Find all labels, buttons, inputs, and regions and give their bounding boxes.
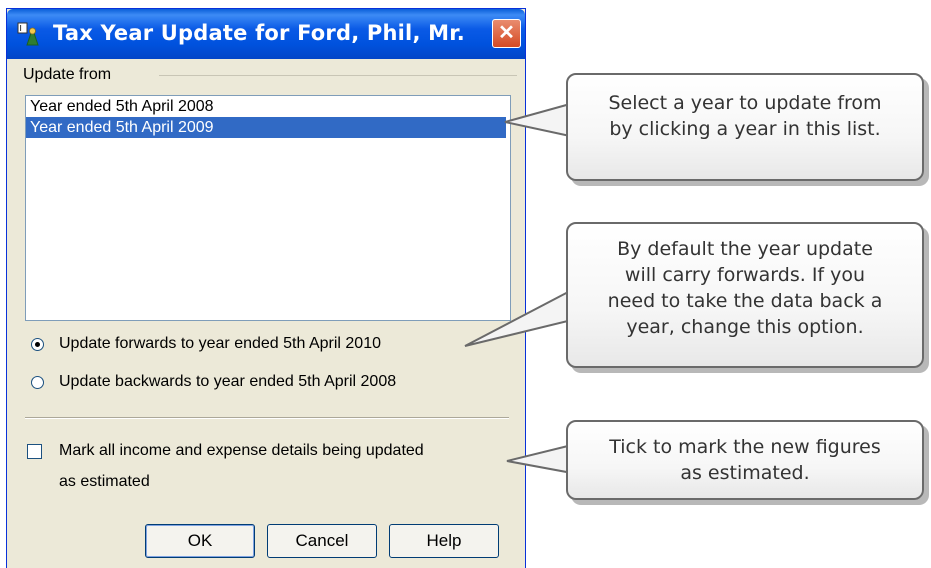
callout-default-forward: By default the year update will carry fo… [566, 222, 924, 368]
callout-select-year: Select a year to update from by clicking… [566, 73, 924, 181]
pointer-default-forward [464, 288, 573, 347]
pointer-tick-estimate [506, 443, 573, 475]
callout-tick-estimate: Tick to mark the new figures as estimate… [566, 420, 924, 500]
callout-select-year-text: Select a year to update from by clicking… [608, 92, 882, 140]
callout-default-forward-text: By default the year update will carry fo… [607, 238, 883, 338]
callout-tick-estimate-text: Tick to mark the new figures as estimate… [609, 436, 881, 484]
pointer-select-year [504, 102, 571, 138]
